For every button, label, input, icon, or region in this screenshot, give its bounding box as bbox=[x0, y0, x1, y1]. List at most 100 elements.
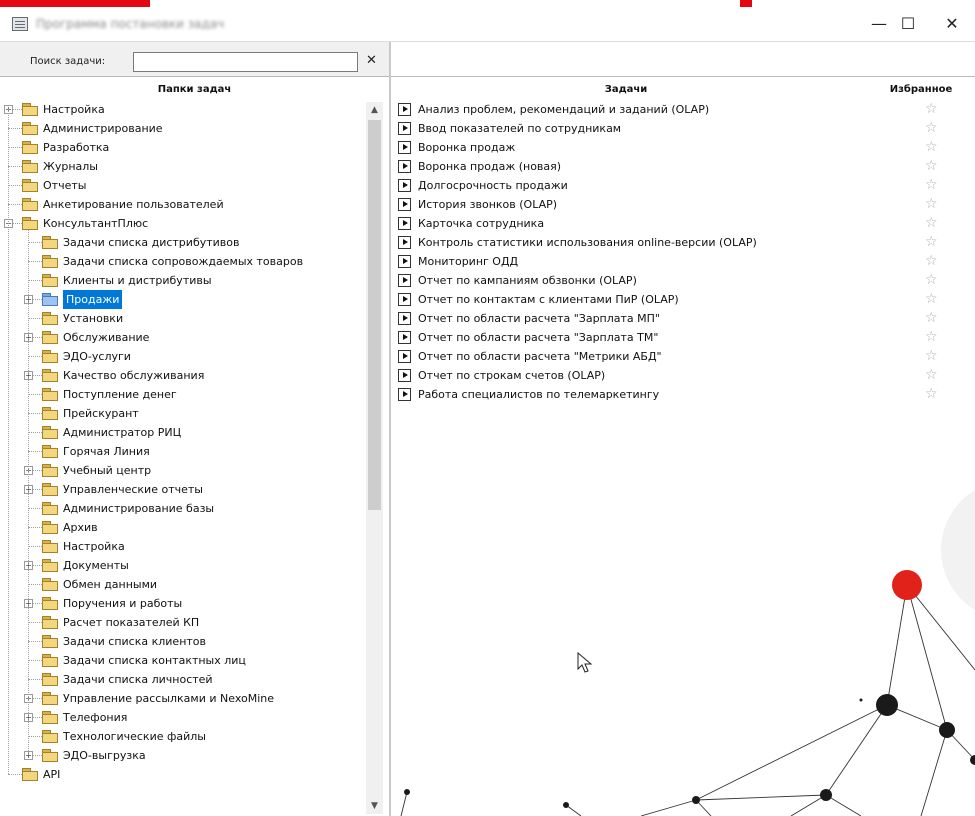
task-row[interactable]: Отчет по строкам счетов (OLAP) ☆ bbox=[398, 366, 958, 385]
favorite-star-icon[interactable]: ☆ bbox=[925, 347, 938, 366]
tree-item[interactable]: Администрирование базы bbox=[0, 499, 365, 518]
scroll-down-icon[interactable]: ▼ bbox=[366, 798, 383, 814]
tree-item[interactable]: Задачи списка сопровождаемых товаров bbox=[0, 252, 365, 271]
tree-item[interactable]: Расчет показателей КП bbox=[0, 613, 365, 632]
tree-item[interactable]: + Управленческие отчеты bbox=[0, 480, 365, 499]
tree-item[interactable]: Задачи списка личностей bbox=[0, 670, 365, 689]
tree-item[interactable]: Прейскурант bbox=[0, 404, 365, 423]
run-task-icon[interactable] bbox=[398, 236, 411, 249]
tree-item[interactable]: + Учебный центр bbox=[0, 461, 365, 480]
tree-item[interactable]: Анкетирование пользователей bbox=[0, 195, 365, 214]
task-label: Отчет по кампаниям обзвонки (OLAP) bbox=[418, 274, 637, 287]
run-task-icon[interactable] bbox=[398, 160, 411, 173]
tree-item[interactable]: Клиенты и дистрибутивы bbox=[0, 271, 365, 290]
tree-item[interactable]: + ЭДО-выгрузка bbox=[0, 746, 365, 765]
run-task-icon[interactable] bbox=[398, 198, 411, 211]
favorite-star-icon[interactable]: ☆ bbox=[925, 195, 938, 214]
task-label: Отчет по области расчета "Метрики АБД" bbox=[418, 350, 662, 363]
run-task-icon[interactable] bbox=[398, 388, 411, 401]
favorite-star-icon[interactable]: ☆ bbox=[925, 233, 938, 252]
task-row[interactable]: Отчет по области расчета "Метрики АБД" ☆ bbox=[398, 347, 958, 366]
task-row[interactable]: Отчет по области расчета "Зарплата ТМ" ☆ bbox=[398, 328, 958, 347]
tree-item[interactable]: Поступление денег bbox=[0, 385, 365, 404]
task-row[interactable]: Карточка сотрудника ☆ bbox=[398, 214, 958, 233]
tree-item[interactable]: Администрирование bbox=[0, 119, 365, 138]
tree-item[interactable]: + Телефония bbox=[0, 708, 365, 727]
task-row[interactable]: Работа специалистов по телемаркетингу ☆ bbox=[398, 385, 958, 404]
tree-item[interactable]: Журналы bbox=[0, 157, 365, 176]
app-icon bbox=[12, 17, 28, 31]
favorite-star-icon[interactable]: ☆ bbox=[925, 214, 938, 233]
favorite-star-icon[interactable]: ☆ bbox=[925, 176, 938, 195]
tree-item[interactable]: Отчеты bbox=[0, 176, 365, 195]
tree-item[interactable]: Архив bbox=[0, 518, 365, 537]
task-row[interactable]: Отчет по области расчета "Зарплата МП" ☆ bbox=[398, 309, 958, 328]
favorite-star-icon[interactable]: ☆ bbox=[925, 252, 938, 271]
tree-item[interactable]: Установки bbox=[0, 309, 365, 328]
run-task-icon[interactable] bbox=[398, 293, 411, 306]
tree-item[interactable]: + Продажи bbox=[0, 290, 365, 309]
tree-item[interactable]: Горячая Линия bbox=[0, 442, 365, 461]
favorite-star-icon[interactable]: ☆ bbox=[925, 290, 938, 309]
run-task-icon[interactable] bbox=[398, 369, 411, 382]
tree-connector bbox=[28, 679, 42, 680]
scroll-thumb[interactable] bbox=[368, 120, 381, 510]
task-row[interactable]: История звонков (OLAP) ☆ bbox=[398, 195, 958, 214]
run-task-icon[interactable] bbox=[398, 274, 411, 287]
tree-item[interactable]: Настройка bbox=[0, 537, 365, 556]
task-row[interactable]: Воронка продаж (новая) ☆ bbox=[398, 157, 958, 176]
run-task-icon[interactable] bbox=[398, 122, 411, 135]
tree-item[interactable]: + Документы bbox=[0, 556, 365, 575]
favorite-star-icon[interactable]: ☆ bbox=[925, 100, 938, 119]
tree-item[interactable]: API bbox=[0, 765, 365, 784]
tree-item[interactable]: Разработка bbox=[0, 138, 365, 157]
favorite-star-icon[interactable]: ☆ bbox=[925, 119, 938, 138]
run-task-icon[interactable] bbox=[398, 255, 411, 268]
tree-item[interactable]: + Управление рассылками и NexoMine bbox=[0, 689, 365, 708]
task-row[interactable]: Анализ проблем, рекомендаций и заданий (… bbox=[398, 100, 958, 119]
task-row[interactable]: Контроль статистики использования online… bbox=[398, 233, 958, 252]
tree-item[interactable]: Задачи списка контактных лиц bbox=[0, 651, 365, 670]
run-task-icon[interactable] bbox=[398, 141, 411, 154]
task-row[interactable]: Отчет по кампаниям обзвонки (OLAP) ☆ bbox=[398, 271, 958, 290]
favorite-star-icon[interactable]: ☆ bbox=[925, 271, 938, 290]
folder-icon bbox=[22, 122, 38, 135]
favorite-star-icon[interactable]: ☆ bbox=[925, 138, 938, 157]
tree-item[interactable]: Технологические файлы bbox=[0, 727, 365, 746]
maximize-button[interactable]: ☐ bbox=[885, 7, 931, 41]
run-task-icon[interactable] bbox=[398, 350, 411, 363]
tree-item[interactable]: ЭДО-услуги bbox=[0, 347, 365, 366]
favorite-star-icon[interactable]: ☆ bbox=[925, 309, 938, 328]
favorite-star-icon[interactable]: ☆ bbox=[925, 385, 938, 404]
tree-item[interactable]: + Обслуживание bbox=[0, 328, 365, 347]
tree-item[interactable]: Задачи списка клиентов bbox=[0, 632, 365, 651]
mouse-pointer-icon bbox=[577, 652, 593, 673]
tree-item[interactable]: Обмен данными bbox=[0, 575, 365, 594]
tree-item[interactable]: Задачи списка дистрибутивов bbox=[0, 233, 365, 252]
run-task-icon[interactable] bbox=[398, 103, 411, 116]
search-input[interactable] bbox=[133, 52, 358, 72]
favorite-star-icon[interactable]: ☆ bbox=[925, 366, 938, 385]
task-row[interactable]: Ввод показателей по сотрудникам ☆ bbox=[398, 119, 958, 138]
tree-item[interactable]: + Настройка bbox=[0, 100, 365, 119]
scroll-up-icon[interactable]: ▲ bbox=[366, 102, 383, 118]
close-button[interactable]: ✕ bbox=[929, 7, 975, 41]
favorites-column-header[interactable]: Избранное bbox=[871, 84, 971, 95]
task-row[interactable]: Воронка продаж ☆ bbox=[398, 138, 958, 157]
favorite-star-icon[interactable]: ☆ bbox=[925, 328, 938, 347]
favorite-star-icon[interactable]: ☆ bbox=[925, 157, 938, 176]
run-task-icon[interactable] bbox=[398, 331, 411, 344]
task-row[interactable]: Отчет по контактам с клиентами ПиР (OLAP… bbox=[398, 290, 958, 309]
clear-search-icon[interactable]: ✕ bbox=[366, 53, 377, 68]
tree-item[interactable]: Администратор РИЦ bbox=[0, 423, 365, 442]
task-row[interactable]: Долгосрочность продажи ☆ bbox=[398, 176, 958, 195]
tree-item[interactable]: + Качество обслуживания bbox=[0, 366, 365, 385]
task-row[interactable]: Мониторинг ОДД ☆ bbox=[398, 252, 958, 271]
tree-item[interactable]: + Поручения и работы bbox=[0, 594, 365, 613]
tasks-column-header[interactable]: Задачи bbox=[391, 84, 861, 95]
folder-icon bbox=[42, 407, 58, 420]
run-task-icon[interactable] bbox=[398, 312, 411, 325]
tree-item[interactable]: − КонсультантПлюс bbox=[0, 214, 365, 233]
run-task-icon[interactable] bbox=[398, 179, 411, 192]
run-task-icon[interactable] bbox=[398, 217, 411, 230]
